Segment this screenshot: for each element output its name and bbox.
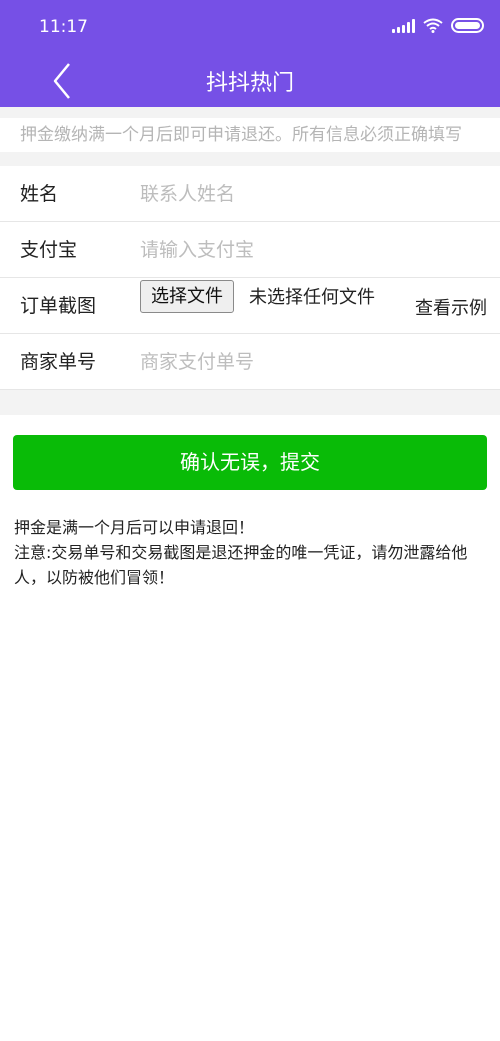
status-time: 11:17 xyxy=(39,17,88,37)
alipay-label: 支付宝 xyxy=(20,239,78,261)
nav-bar: 抖抖热门 xyxy=(0,55,500,107)
merchant-order-input[interactable] xyxy=(140,344,480,380)
alipay-input[interactable] xyxy=(140,232,480,268)
deposit-note: 押金是满一个月后可以申请退回！ 注意:交易单号和交易截图是退还押金的唯一凭证，请… xyxy=(14,515,492,590)
note-line-2: 注意:交易单号和交易截图是退还押金的唯一凭证，请勿泄露给他人，以防被他们冒领！ xyxy=(14,543,468,587)
choose-file-button[interactable]: 选择文件 xyxy=(140,280,234,313)
divider xyxy=(0,107,500,118)
file-status: 未选择任何文件 xyxy=(249,287,375,308)
signal-icon xyxy=(392,18,415,33)
name-input[interactable] xyxy=(140,176,480,212)
note-line-1: 押金是满一个月后可以申请退回！ xyxy=(14,518,255,537)
merchant-order-row: 商家单号 xyxy=(0,334,500,390)
submit-button[interactable]: 确认无误，提交 xyxy=(13,435,487,490)
merchant-order-label: 商家单号 xyxy=(20,351,97,373)
divider xyxy=(0,152,500,166)
wifi-icon xyxy=(423,18,443,33)
status-bar: 11:17 xyxy=(0,0,500,55)
view-example-link[interactable]: 查看示例 xyxy=(415,294,487,320)
status-icons xyxy=(392,18,484,33)
page-title: 抖抖热门 xyxy=(205,71,294,96)
battery-icon xyxy=(451,18,484,33)
order-screenshot-row: 订单截图 选择文件 未选择任何文件 查看示例 xyxy=(0,278,500,334)
name-row: 姓名 xyxy=(0,166,500,222)
alipay-row: 支付宝 xyxy=(0,222,500,278)
notice-text: 押金缴纳满一个月后即可申请退还。所有信息必须正确填写 xyxy=(0,118,500,152)
name-label: 姓名 xyxy=(20,183,59,205)
order-screenshot-label: 订单截图 xyxy=(20,295,97,317)
divider xyxy=(0,390,500,415)
